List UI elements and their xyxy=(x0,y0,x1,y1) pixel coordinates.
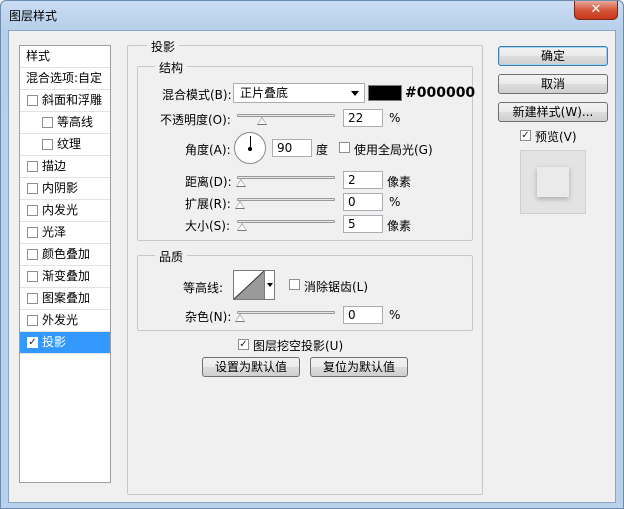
knockout-checkbox[interactable]: ✓ xyxy=(238,339,249,350)
noise-slider-track[interactable] xyxy=(237,311,335,314)
list-item-bevel-emboss[interactable]: 斜面和浮雕 xyxy=(20,90,110,112)
size-slider-thumb[interactable] xyxy=(236,223,247,231)
noise-unit: % xyxy=(389,308,401,322)
list-item-outer-glow[interactable]: 外发光 xyxy=(20,310,110,332)
distance-input[interactable]: 2 xyxy=(343,171,383,189)
spread-input[interactable]: 0 xyxy=(343,193,383,211)
opacity-input[interactable]: 22 xyxy=(343,109,383,127)
list-item-color-overlay[interactable]: 颜色叠加 xyxy=(20,244,110,266)
list-item-contour[interactable]: 等高线 xyxy=(20,112,110,134)
size-label: 大小(S): xyxy=(185,219,231,233)
noise-label: 杂色(N): xyxy=(185,310,232,324)
list-item-stroke[interactable]: 描边 xyxy=(20,156,110,178)
cancel-button[interactable]: 取消 xyxy=(498,74,608,94)
chevron-down-icon xyxy=(267,283,273,287)
size-input[interactable]: 5 xyxy=(343,215,383,233)
contour-curve-icon xyxy=(234,271,264,299)
preview-label: 预览(V) xyxy=(535,130,577,144)
style-list: 样式 混合选项:自定 斜面和浮雕 等高线 纹理 描边 内阴影 内发光 光泽 颜色… xyxy=(19,45,111,483)
blend-mode-select[interactable]: 正片叠底 xyxy=(233,83,365,103)
checkbox[interactable] xyxy=(27,161,38,172)
structure-title: 结构 xyxy=(155,59,188,76)
contour-label: 等高线: xyxy=(183,281,224,295)
contour-preview[interactable] xyxy=(233,270,265,300)
angle-unit: 度 xyxy=(316,143,329,157)
spread-slider-thumb[interactable] xyxy=(235,201,245,209)
checkbox[interactable] xyxy=(27,95,38,106)
blend-mode-label: 混合模式(B): xyxy=(162,88,232,102)
quality-title: 品质 xyxy=(155,248,188,265)
checkbox[interactable] xyxy=(27,249,38,260)
list-item-satin[interactable]: 光泽 xyxy=(20,222,110,244)
list-item-gradient-overlay[interactable]: 渐变叠加 xyxy=(20,266,110,288)
checkbox[interactable] xyxy=(27,271,38,282)
list-item-pattern-overlay[interactable]: 图案叠加 xyxy=(20,288,110,310)
angle-dial-center xyxy=(248,147,252,151)
layer-style-dialog: 图层样式 ✕ 样式 混合选项:自定 斜面和浮雕 等高线 纹理 描边 内阴影 内发… xyxy=(0,0,624,509)
angle-input[interactable]: 90 xyxy=(272,139,312,157)
window-title: 图层样式 xyxy=(9,9,58,23)
spread-slider-track[interactable] xyxy=(237,198,335,201)
list-item-drop-shadow[interactable]: ✓ 投影 xyxy=(20,332,110,354)
distance-slider-track[interactable] xyxy=(237,176,335,179)
distance-unit: 像素 xyxy=(387,175,412,189)
title-bar[interactable]: 图层样式 ✕ xyxy=(1,1,623,29)
opacity-slider-thumb[interactable] xyxy=(256,117,267,125)
angle-label: 角度(A): xyxy=(185,143,231,157)
style-preview xyxy=(520,150,586,214)
list-item-inner-shadow[interactable]: 内阴影 xyxy=(20,178,110,200)
spread-label: 扩展(R): xyxy=(185,197,231,211)
dialog-body: 样式 混合选项:自定 斜面和浮雕 等高线 纹理 描边 内阴影 内发光 光泽 颜色… xyxy=(8,30,616,503)
distance-label: 距离(D): xyxy=(185,175,232,189)
checkbox[interactable] xyxy=(27,205,38,216)
size-unit: 像素 xyxy=(387,219,412,233)
checkbox[interactable] xyxy=(27,315,38,326)
checkbox[interactable] xyxy=(27,183,38,194)
close-icon: ✕ xyxy=(590,2,602,17)
contour-dropdown[interactable] xyxy=(264,270,275,300)
make-default-button[interactable]: 设置为默认值 xyxy=(202,357,300,377)
opacity-slider-track[interactable] xyxy=(237,114,335,117)
global-light-checkbox[interactable] xyxy=(339,142,350,153)
list-header-styles[interactable]: 样式 xyxy=(20,46,110,68)
checkbox[interactable] xyxy=(42,117,53,128)
reset-default-button[interactable]: 复位为默认值 xyxy=(310,357,408,377)
size-slider-track[interactable] xyxy=(237,220,335,223)
checkbox[interactable] xyxy=(27,293,38,304)
ok-button[interactable]: 确定 xyxy=(498,46,608,66)
knockout-label: 图层挖空投影(U) xyxy=(253,339,344,353)
checkbox[interactable] xyxy=(27,227,38,238)
list-item-blend-options[interactable]: 混合选项:自定 xyxy=(20,68,110,90)
preview-square xyxy=(537,167,569,197)
global-light-label: 使用全局光(G) xyxy=(354,143,433,157)
distance-slider-thumb[interactable] xyxy=(235,179,246,187)
new-style-button[interactable]: 新建样式(W)... xyxy=(498,102,608,122)
noise-input[interactable]: 0 xyxy=(343,306,383,324)
opacity-unit: % xyxy=(389,111,401,125)
spread-unit: % xyxy=(389,195,401,209)
preview-checkbox[interactable]: ✓ xyxy=(520,130,531,141)
list-item-texture[interactable]: 纹理 xyxy=(20,134,110,156)
drop-shadow-title: 投影 xyxy=(147,38,180,55)
shadow-color-hex: #000000 xyxy=(405,85,476,101)
checkbox[interactable] xyxy=(42,139,53,150)
checkbox-checked[interactable]: ✓ xyxy=(27,337,38,348)
antialias-checkbox[interactable] xyxy=(289,279,300,290)
chevron-down-icon xyxy=(351,91,359,96)
antialias-label: 消除锯齿(L) xyxy=(304,280,369,294)
shadow-color-swatch[interactable] xyxy=(368,85,402,101)
noise-slider-thumb[interactable] xyxy=(235,314,245,322)
close-button[interactable]: ✕ xyxy=(574,1,618,20)
list-item-inner-glow[interactable]: 内发光 xyxy=(20,200,110,222)
angle-dial[interactable] xyxy=(234,132,266,164)
opacity-label: 不透明度(O): xyxy=(160,113,231,127)
